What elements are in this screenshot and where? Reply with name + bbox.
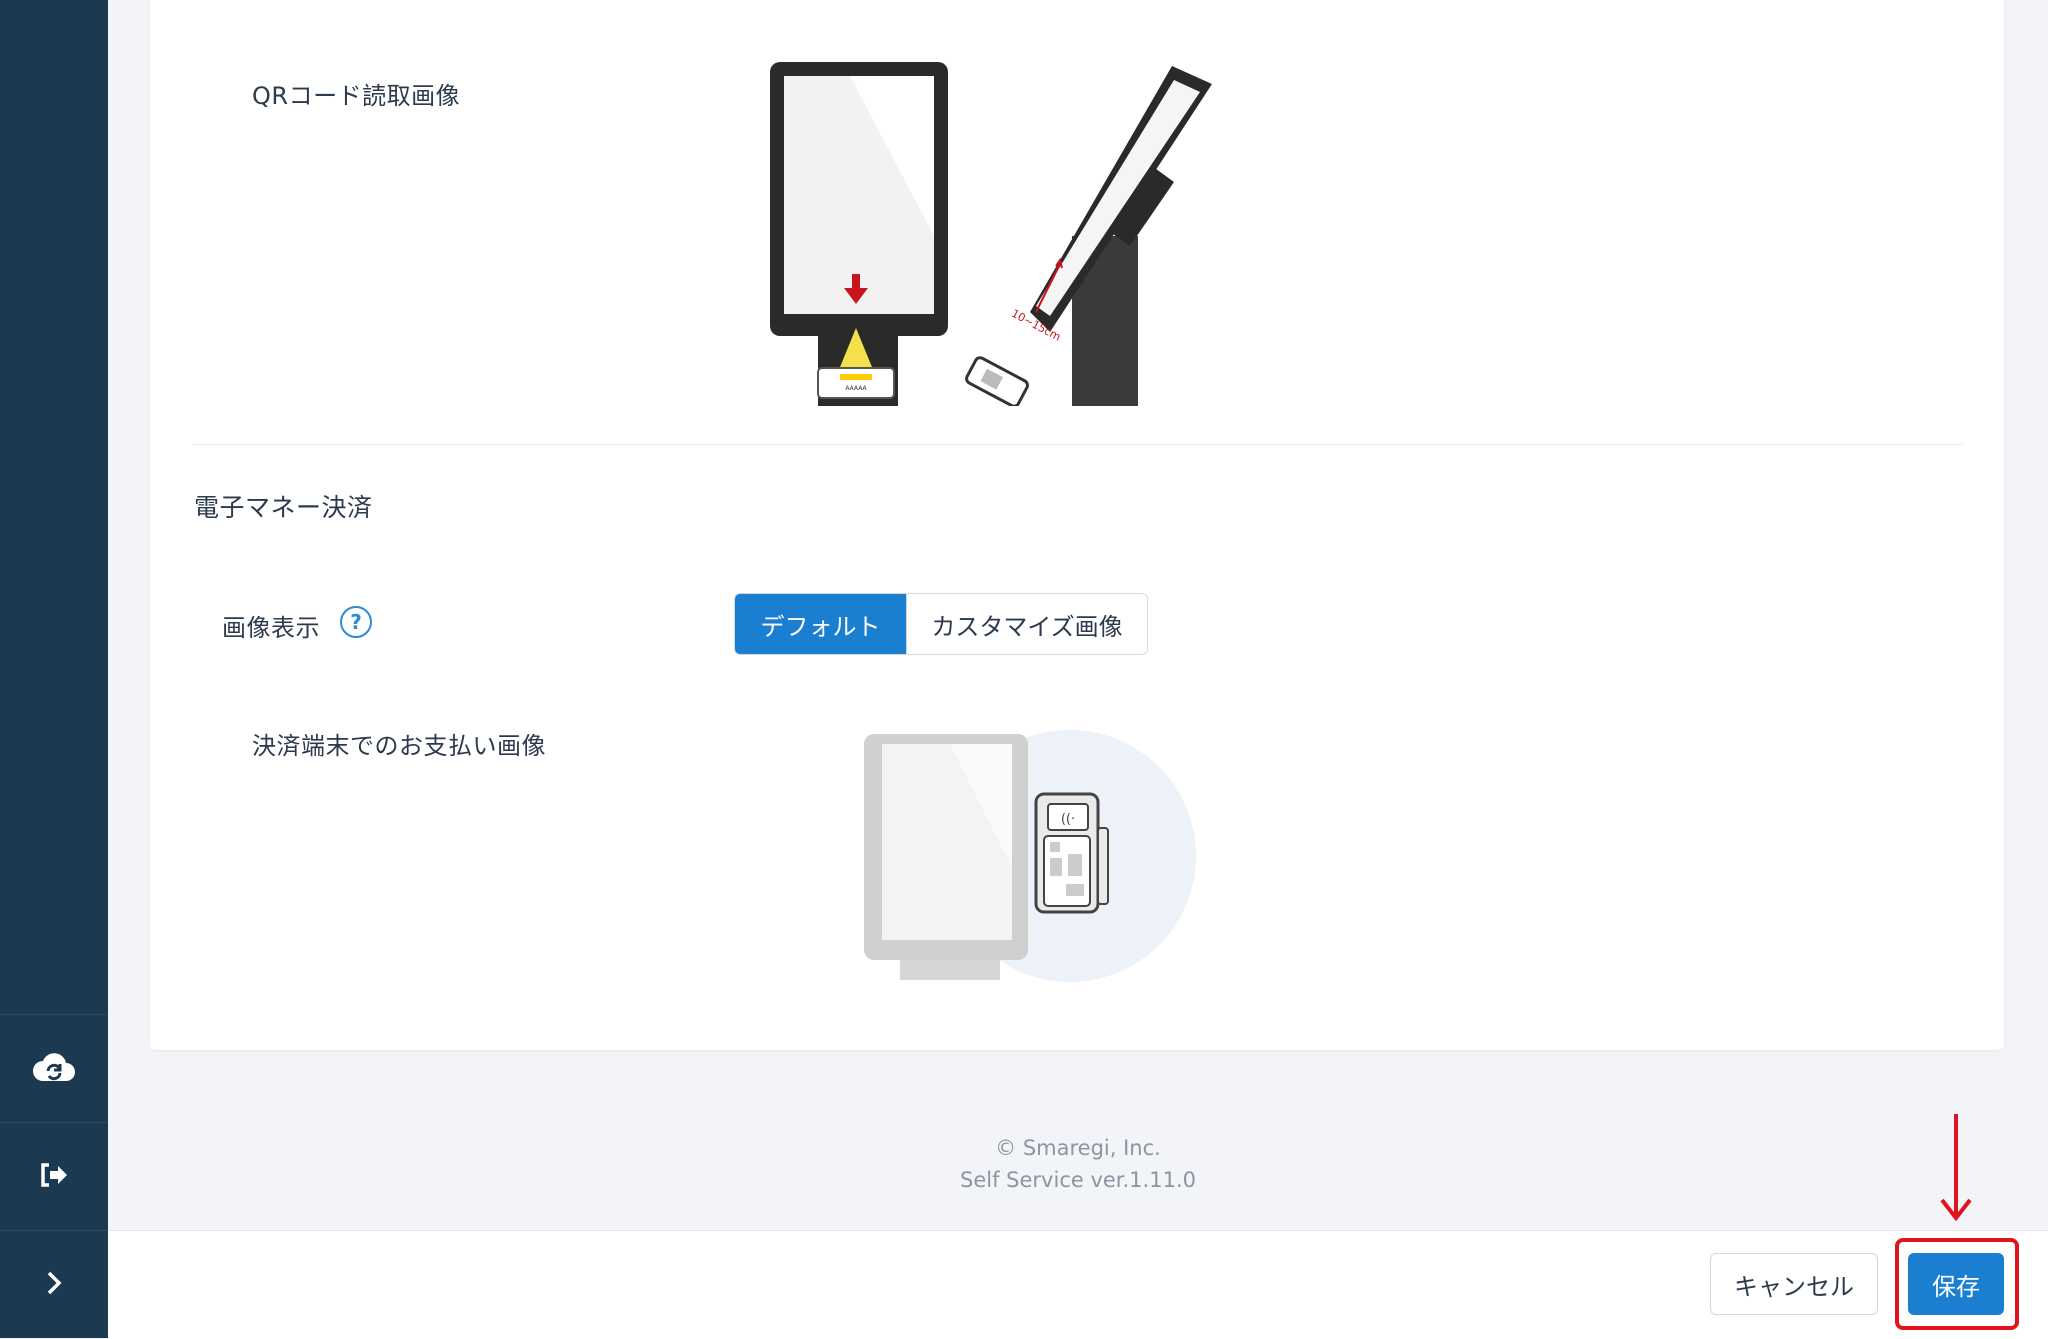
image-display-toggle: デフォルト カスタマイズ画像 (734, 593, 1148, 655)
logout-button[interactable] (0, 1122, 108, 1231)
cloud-sync-icon (32, 1049, 76, 1089)
copyright-text: © Smaregi, Inc. (995, 1136, 1161, 1160)
save-button-highlight (1895, 1238, 2019, 1330)
svg-text:((·: ((· (1061, 812, 1075, 827)
expand-sidebar-button[interactable] (0, 1230, 108, 1339)
toggle-default[interactable]: デフォルト (735, 594, 906, 654)
qr-scan-illustration: AAAAA 10~15cm (770, 62, 1212, 406)
section-divider (193, 444, 1963, 445)
sync-button[interactable] (0, 1014, 108, 1123)
help-icon[interactable]: ? (340, 606, 372, 638)
emoney-section-title: 電子マネー決済 (194, 493, 373, 522)
qr-image-label: QRコード読取画像 (252, 82, 461, 110)
logout-icon (38, 1161, 70, 1193)
sidebar (0, 0, 108, 1338)
version-text: Self Service ver.1.11.0 (960, 1168, 1196, 1192)
image-display-label: 画像表示 (222, 614, 320, 642)
chevron-right-icon (44, 1270, 64, 1300)
toggle-custom-image[interactable]: カスタマイズ画像 (906, 594, 1147, 654)
cancel-button[interactable]: キャンセル (1710, 1253, 1878, 1315)
svg-text:AAAAA: AAAAA (845, 385, 867, 392)
payment-terminal-image-label: 決済端末でのお支払い画像 (252, 732, 546, 760)
payment-terminal-illustration: ((· (864, 730, 1196, 982)
annotation-arrow-icon (1940, 1114, 1972, 1222)
